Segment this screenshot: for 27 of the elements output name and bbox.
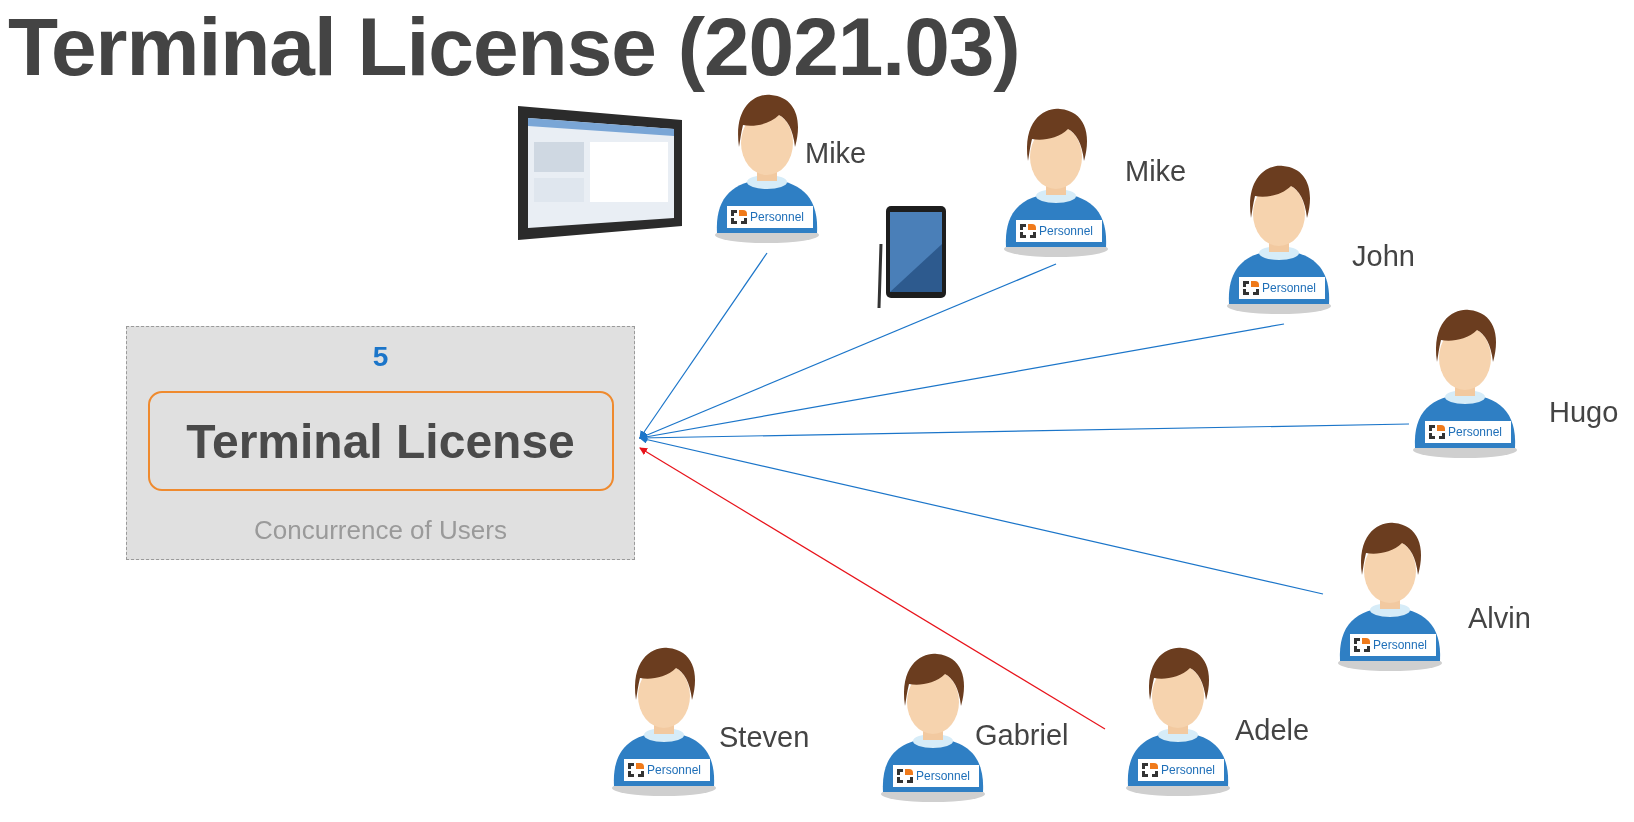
logo-icon: [1242, 280, 1260, 296]
badge-text: Personnel: [916, 769, 971, 783]
user-name: Alvin: [1468, 602, 1531, 635]
badge-text: Personnel: [647, 763, 702, 777]
user-name: Steven: [719, 721, 810, 754]
user-name: Gabriel: [975, 719, 1069, 752]
user-name: Adele: [1235, 714, 1310, 747]
badge-text: Personnel: [1039, 224, 1094, 238]
license-name: Terminal License: [147, 391, 614, 491]
user-name: John: [1352, 240, 1415, 273]
logo-icon: [1353, 637, 1371, 653]
license-count: 5: [372, 343, 389, 371]
badge-text: Personnel: [1373, 638, 1428, 652]
badge-text: Personnel: [1161, 763, 1216, 777]
user-name: Mike: [805, 137, 867, 170]
logo-icon: [627, 762, 645, 778]
badge-text: Personnel: [1448, 425, 1503, 439]
logo-icon: [1141, 762, 1159, 778]
logo-icon: [896, 768, 914, 784]
badge-text: Personnel: [1262, 281, 1317, 295]
license-caption: Concurrence of Users: [254, 515, 507, 546]
logo-icon: [730, 209, 748, 225]
user-name: Mike: [1125, 155, 1187, 188]
user-name: Hugo: [1549, 396, 1619, 429]
logo-icon: [1428, 424, 1446, 440]
badge-text: Personnel: [750, 210, 805, 224]
logo-icon: [1019, 223, 1037, 239]
